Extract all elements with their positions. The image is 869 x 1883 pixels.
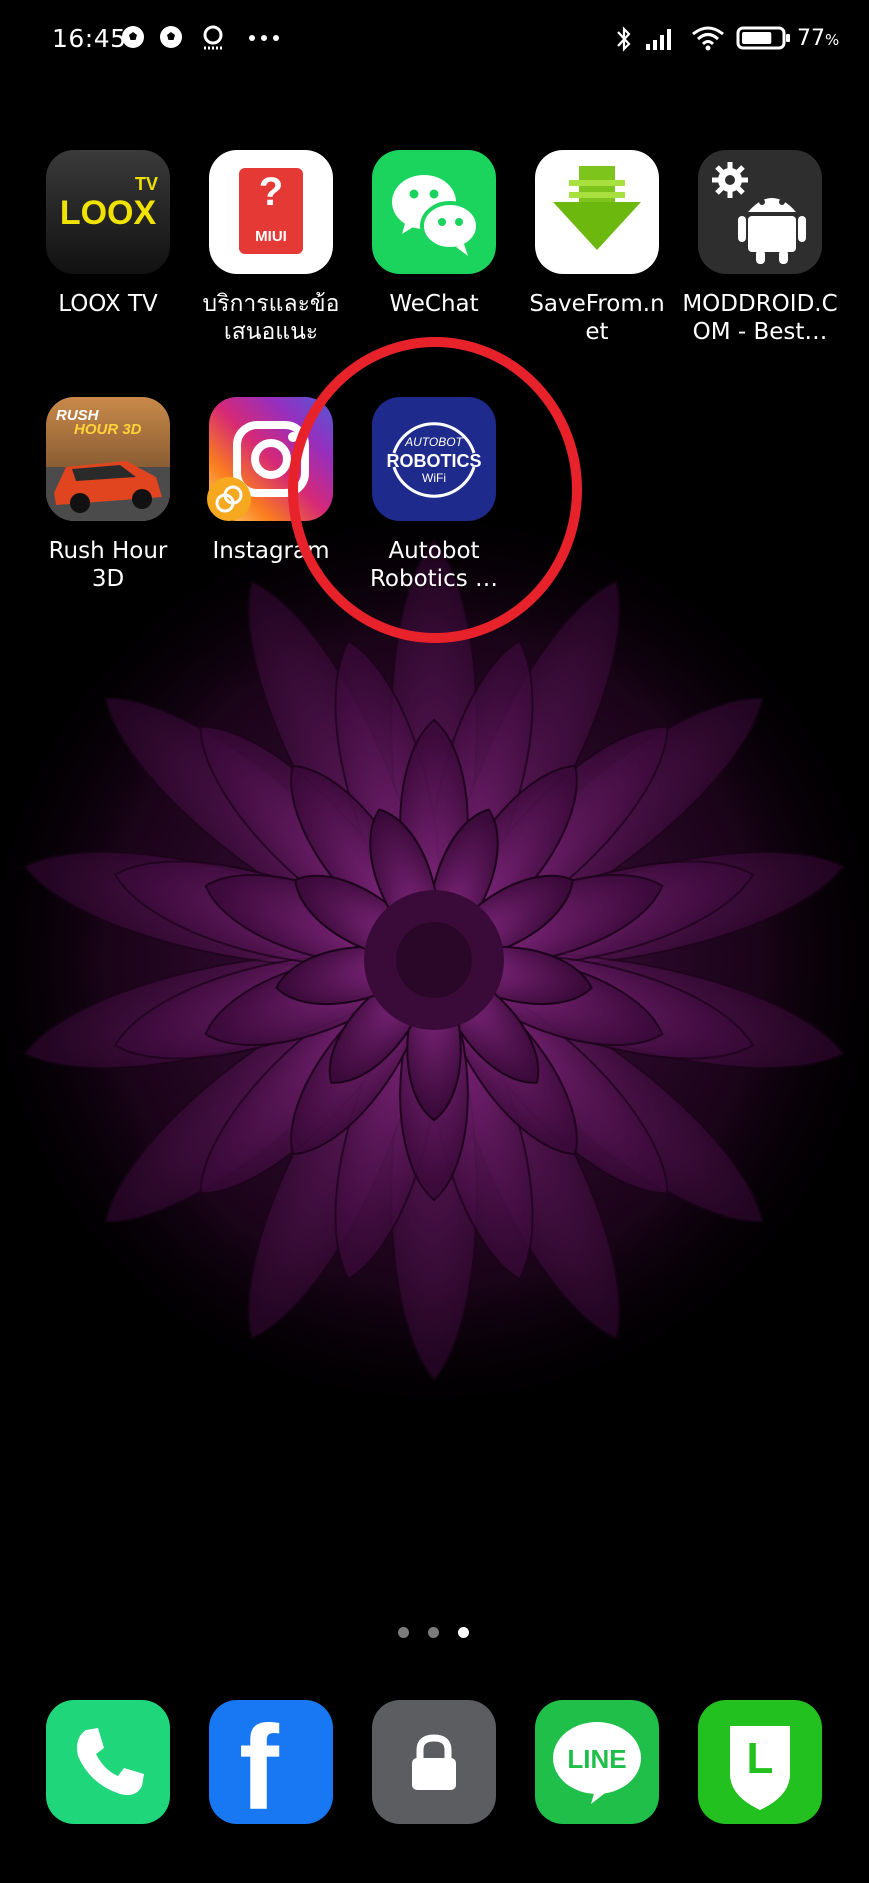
app-rush-hour-3d[interactable]: RUSH HOUR 3D Rush Hour 3D: [26, 397, 190, 593]
line-icon: LINE: [535, 1700, 659, 1824]
line-official-icon: L: [698, 1700, 822, 1824]
dock-phone[interactable]: [26, 1700, 190, 1824]
signal-icon: [646, 29, 671, 50]
page-dot[interactable]: [428, 1627, 439, 1638]
app-label: Rush Hour 3D: [48, 538, 168, 592]
tool-notification-icon: [203, 25, 223, 50]
dock-lock[interactable]: [352, 1700, 516, 1824]
page-dot[interactable]: [398, 1627, 409, 1638]
battery-percent: 77%: [797, 26, 840, 51]
savefrom-download-icon: [535, 150, 659, 274]
dock-facebook[interactable]: f: [189, 1700, 353, 1824]
soccer-ball-icon: [122, 26, 144, 48]
battery-icon: [736, 26, 790, 50]
dock-line[interactable]: LINE: [515, 1700, 679, 1824]
more-dots-icon: [249, 35, 279, 41]
soccer-ball-icon: [160, 26, 182, 48]
loox-tv-icon: TV LOOX: [46, 150, 170, 274]
app-miui-feedback[interactable]: ? MIUI บริการและข้อ เสนอแนะ: [189, 150, 353, 346]
app-clone-badge-icon: [207, 477, 251, 521]
rush-hour-3d-icon: RUSH HOUR 3D: [46, 397, 170, 521]
miui-feedback-icon: ? MIUI: [209, 150, 333, 274]
status-time: 16:45: [52, 24, 127, 53]
app-label: MODDROID.C OM - Best…: [682, 291, 838, 345]
app-label: LOOX TV: [58, 291, 158, 317]
app-wechat[interactable]: WeChat: [352, 150, 516, 318]
autobot-robotics-icon: AUTOBOT ROBOTICS WiFi: [372, 397, 496, 521]
moddroid-android-icon: [698, 150, 822, 274]
wifi-icon: [692, 26, 724, 51]
app-moddroid[interactable]: MODDROID.C OM - Best…: [678, 150, 842, 346]
app-savefrom[interactable]: SaveFrom.n et: [515, 150, 679, 346]
page-dot-current[interactable]: [458, 1627, 469, 1638]
app-autobot-robotics[interactable]: AUTOBOT ROBOTICS WiFi Autobot Robotics …: [352, 397, 516, 593]
app-label: บริการและข้อ เสนอแนะ: [202, 291, 340, 345]
app-label: Autobot Robotics …: [369, 538, 499, 592]
wechat-icon: [372, 150, 496, 274]
app-loox-tv[interactable]: TV LOOX LOOX TV: [26, 150, 190, 318]
app-label: SaveFrom.n et: [529, 291, 665, 345]
dock: f LINE L: [0, 1700, 869, 1826]
dock-line-official[interactable]: L: [678, 1700, 842, 1824]
page-indicator: [394, 1624, 476, 1640]
app-label: WeChat: [389, 291, 479, 317]
app-instagram[interactable]: Instagram: [189, 397, 353, 565]
status-bar: 16:45 77%: [0, 0, 869, 80]
bluetooth-icon: [617, 26, 631, 52]
lock-icon: [372, 1700, 496, 1824]
facebook-icon: f: [209, 1700, 333, 1824]
app-label: Instagram: [212, 538, 330, 564]
phone-icon: [46, 1700, 170, 1824]
